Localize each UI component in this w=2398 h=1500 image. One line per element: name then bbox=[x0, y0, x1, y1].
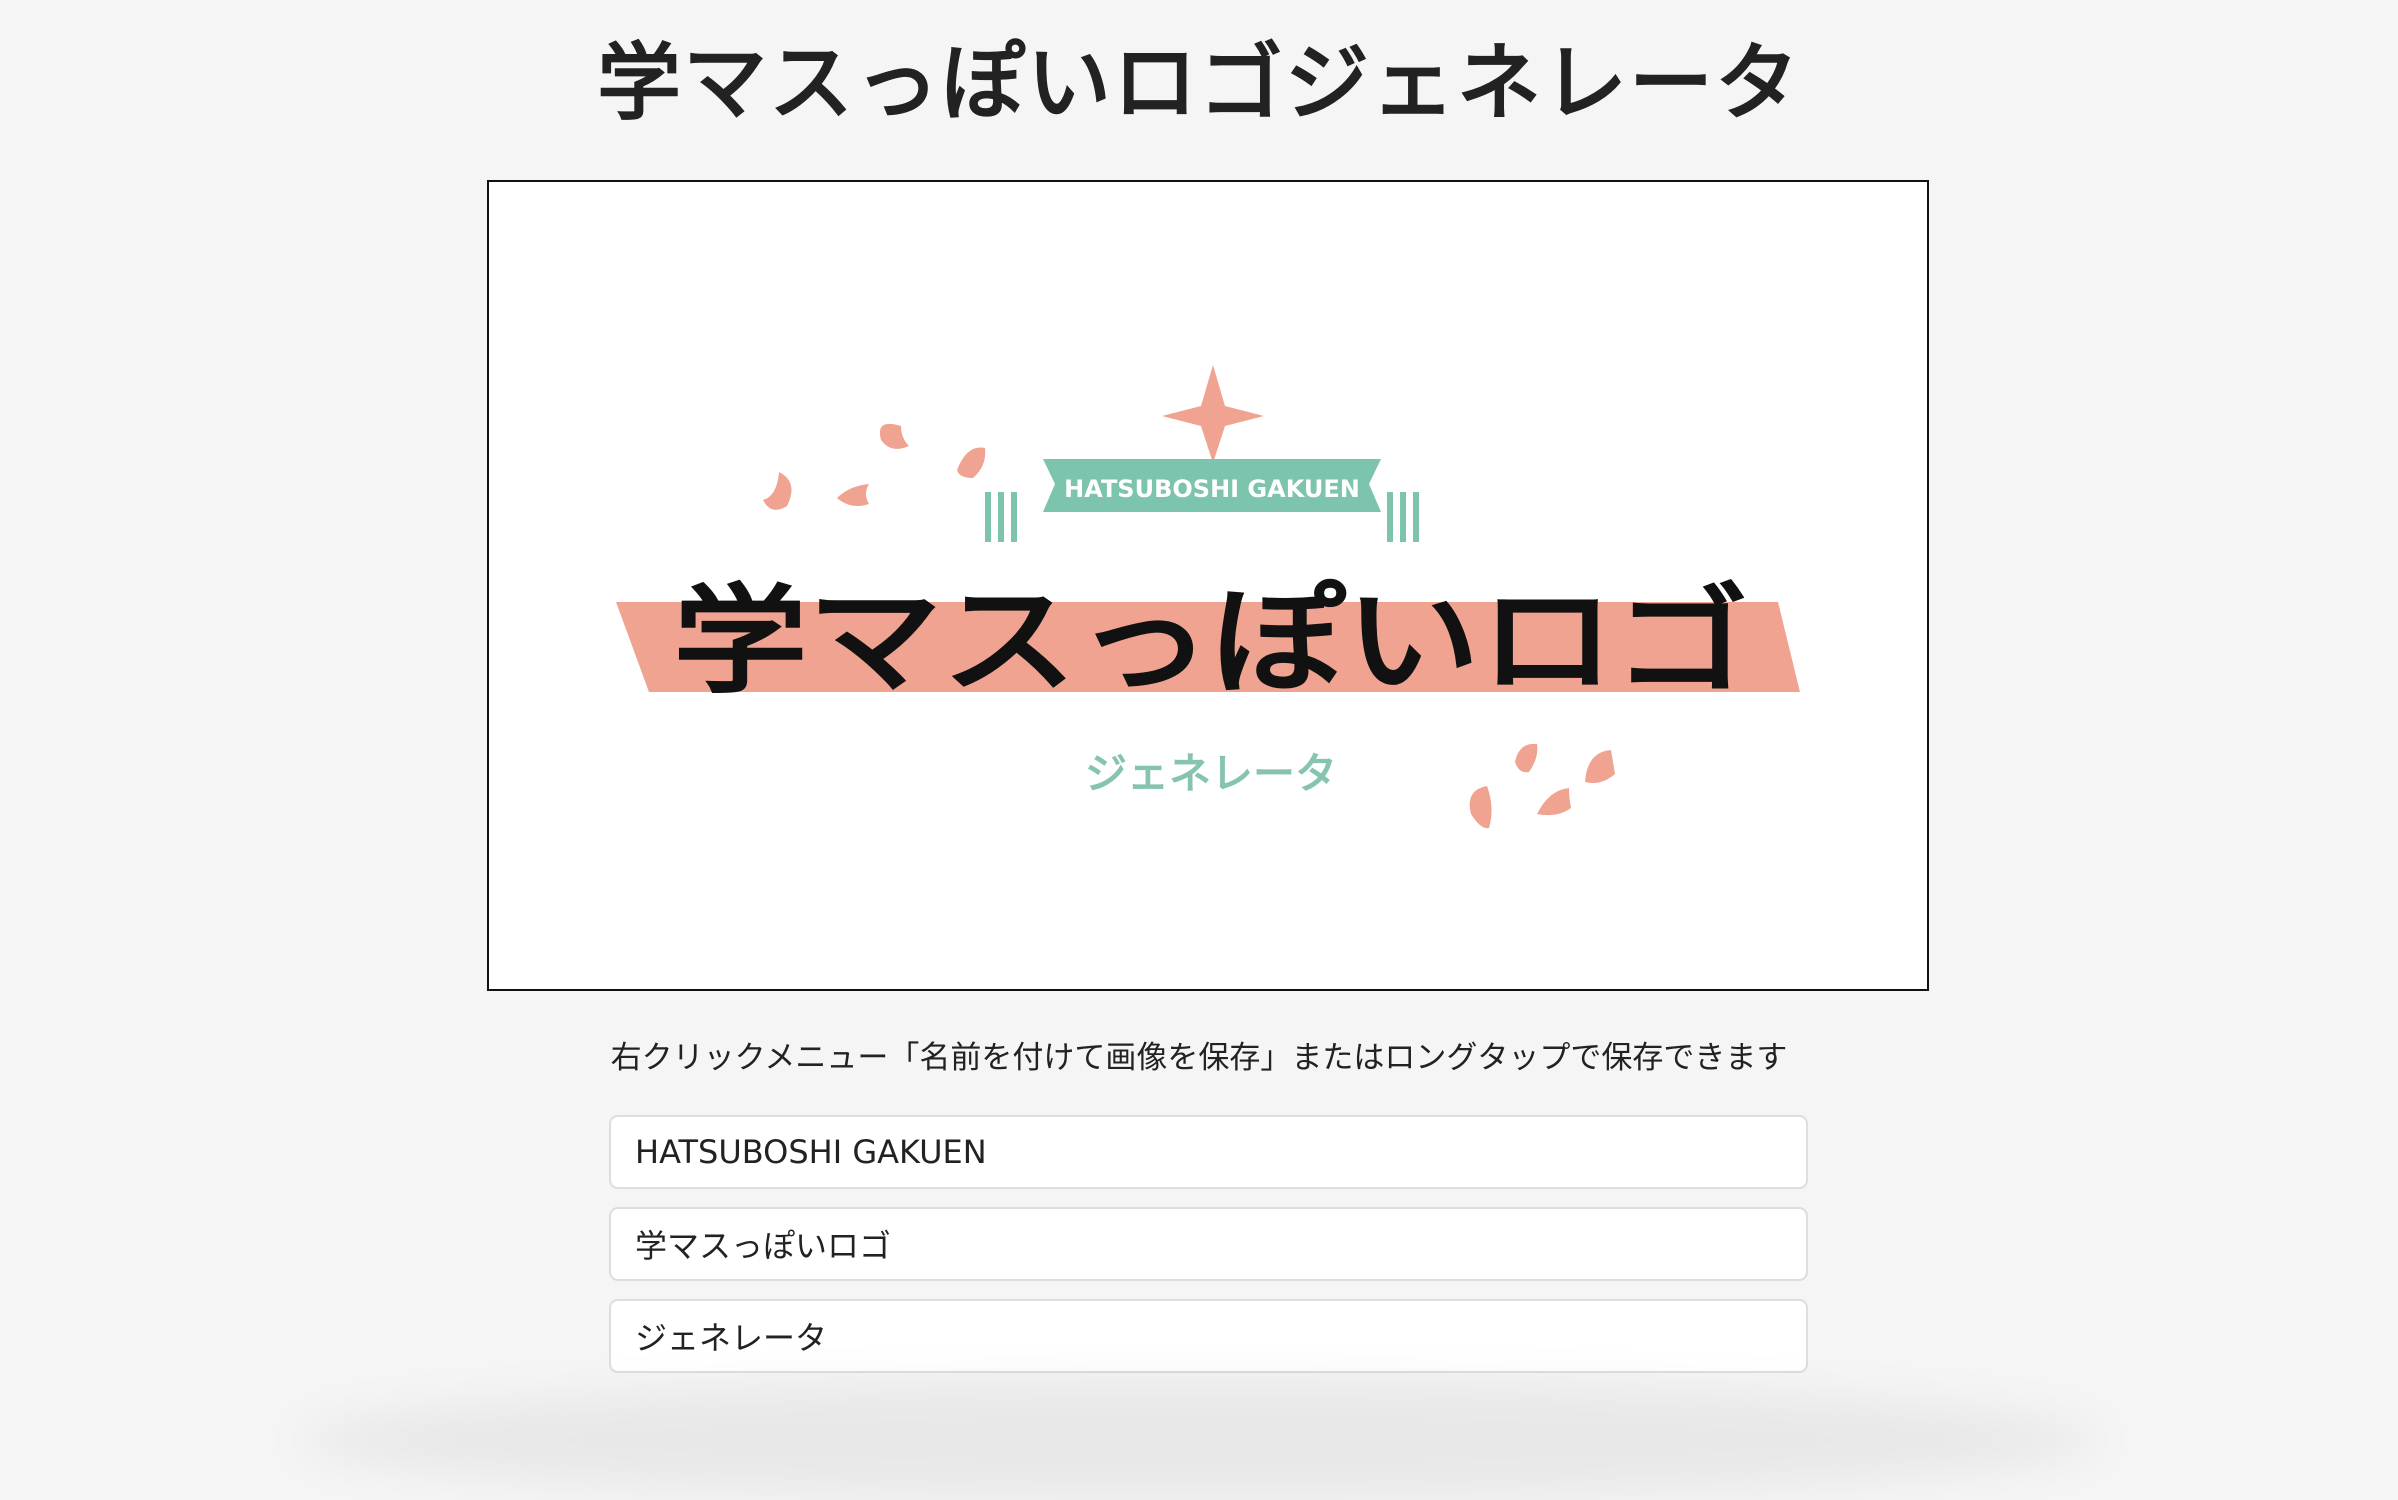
star-icon bbox=[1162, 365, 1264, 463]
bottom-shadow bbox=[300, 1380, 2100, 1500]
logo-preview-image: HATSUBOSHI GAKUEN 学マスっぽいロゴ ジェネレータ bbox=[616, 365, 1800, 829]
logo-preview-canvas[interactable]: HATSUBOSHI GAKUEN 学マスっぽいロゴ ジェネレータ bbox=[487, 180, 1929, 991]
sub-text-input[interactable] bbox=[609, 1299, 1808, 1373]
page-title: 学マスっぽいロゴジェネレータ bbox=[596, 34, 1801, 132]
main-text-input[interactable] bbox=[609, 1207, 1808, 1281]
logo-sub-text: ジェネレータ bbox=[1085, 749, 1337, 798]
logo-main-text: 学マスっぽいロゴ bbox=[673, 572, 1749, 710]
bars-right-icon bbox=[1387, 492, 1419, 542]
save-hint: 右クリックメニュー「名前を付けて画像を保存」またはロングタップで保存できます bbox=[610, 1040, 1788, 1076]
bars-left-icon bbox=[985, 492, 1017, 542]
banner-text-input[interactable] bbox=[609, 1115, 1808, 1189]
banner-text: HATSUBOSHI GAKUEN bbox=[1064, 475, 1360, 503]
petals-upper-left-icon bbox=[763, 423, 986, 510]
petals-lower-right-icon bbox=[1469, 743, 1615, 829]
